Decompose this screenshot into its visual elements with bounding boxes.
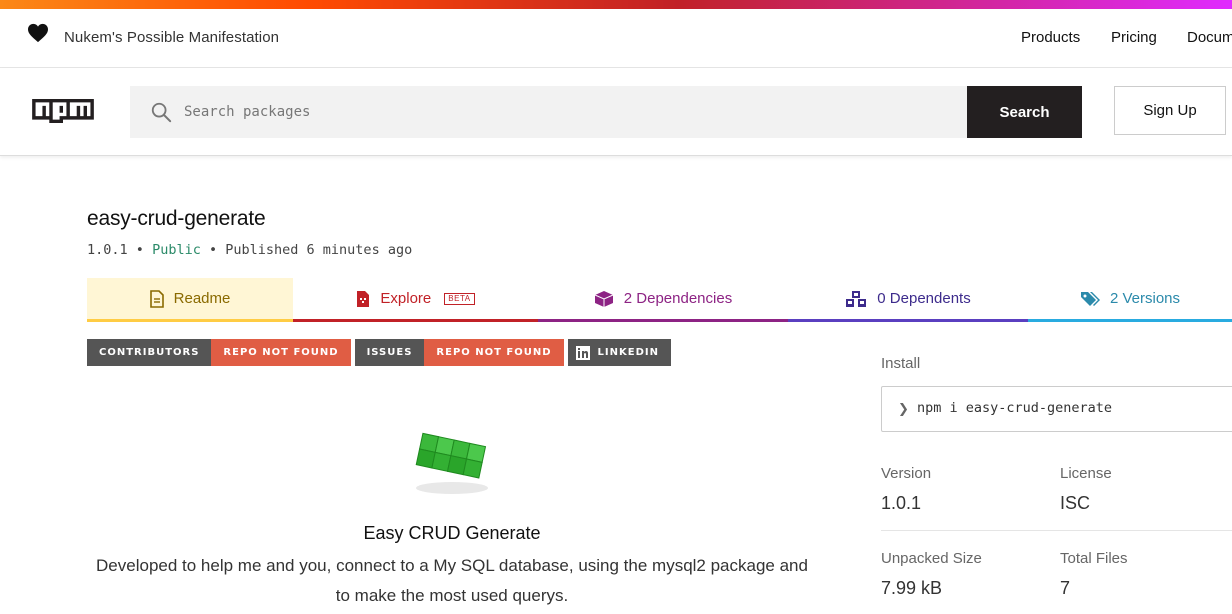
search-icon [151,102,172,123]
tab-versions-label: 2 Versions [1109,290,1181,307]
readme-badges: CONTRIBUTORS REPO NOT FOUND ISSUES REPO … [87,339,675,366]
package-name: easy-crud-generate [87,207,266,230]
tab-readme[interactable]: Readme [87,278,293,322]
install-command-box[interactable]: ❯ npm i easy-crud-generate [881,386,1232,432]
cubes-icon [845,290,867,308]
issues-badge[interactable]: ISSUES REPO NOT FOUND [354,339,564,366]
tab-readme-label: Readme [173,290,231,307]
heart-icon[interactable] [27,23,49,43]
readme-description: Developed to help me and you, connect to… [96,556,808,605]
linkedin-badge[interactable]: LINKEDIN [567,339,671,366]
search-bar-row: Search Sign Up [0,68,1232,156]
license-value: ISC [1060,493,1091,513]
tab-dependencies[interactable]: 2 Dependencies [538,278,788,322]
search-box [130,86,967,138]
file-code-icon [356,290,370,308]
beta-badge: BETA [444,292,475,305]
search-button[interactable]: Search [967,86,1082,138]
search-input[interactable] [184,86,944,138]
package-visibility: Public [152,242,201,258]
top-gradient-bar [0,0,1232,9]
nav-products[interactable]: Products [1021,29,1080,46]
sign-up-button[interactable]: Sign Up [1114,86,1226,135]
site-header: Nukem's Possible Manifestation Products … [0,9,1232,68]
tab-explore-label: Explore [380,290,432,307]
total-files-value: 7 [1060,578,1071,598]
unpacked-size-label: Unpacked Size [881,550,982,567]
contributors-badge[interactable]: CONTRIBUTORS REPO NOT FOUND [87,339,351,366]
package-version: 1.0.1 [87,242,128,258]
tab-explore[interactable]: Explore BETA [293,278,538,322]
tab-dependents-label: 0 Dependents [877,290,971,307]
easy-cubes-logo [415,432,488,494]
document-icon [149,289,164,308]
nav-documentation[interactable]: Documentation [1187,29,1232,46]
package-published: Published 6 minutes ago [225,242,413,258]
tags-icon [1080,291,1100,307]
package-meta: 1.0.1 • Public • Published 6 minutes ago [87,242,413,258]
tab-dependencies-label: 2 Dependencies [623,290,733,307]
license-label: License [1060,465,1112,482]
linkedin-icon [575,345,590,360]
readme-heading: Easy CRUD Generate [363,523,541,543]
package-tabs: Readme Explore BETA 2 Dependencies 0 Dep… [87,278,1232,322]
chevron-right-icon: ❯ [898,401,909,416]
version-label: Version [881,465,932,482]
install-label: Install [881,355,921,372]
install-command[interactable]: npm i easy-crud-generate [917,400,1112,416]
sidebar-divider [881,530,1232,531]
unpacked-size-value: 7.99 kB [881,578,943,598]
npm-logo[interactable] [27,99,99,123]
site-name[interactable]: Nukem's Possible Manifestation [64,29,279,46]
version-value: 1.0.1 [881,493,922,513]
nav-pricing[interactable]: Pricing [1111,29,1157,46]
tab-dependents[interactable]: 0 Dependents [788,278,1028,322]
total-files-label: Total Files [1060,550,1128,567]
box-icon [594,290,614,308]
tab-versions[interactable]: 2 Versions [1028,278,1232,322]
